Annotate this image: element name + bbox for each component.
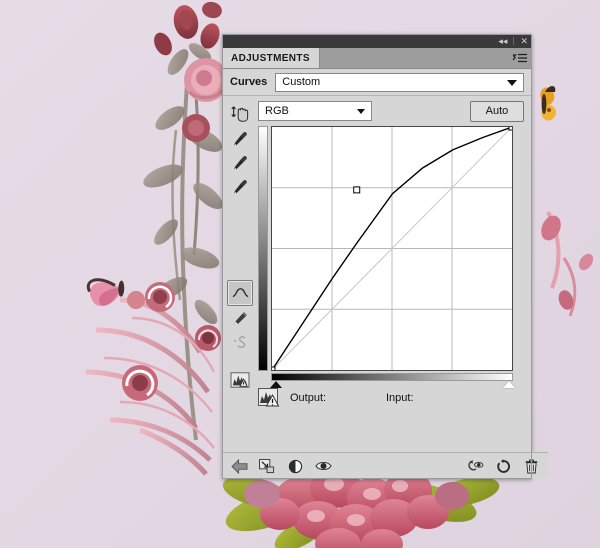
histogram-warning-icon[interactable] xyxy=(258,388,280,408)
hand-with-arrows-icon xyxy=(231,106,249,122)
dark-rose-lower xyxy=(182,114,210,142)
eyedropper-icon xyxy=(234,132,247,146)
adjustments-panel: ◂◂ ✕ ADJUSTMENTS Curves Custom RGB Auto … xyxy=(222,34,548,479)
smooth-curve-tool[interactable] xyxy=(228,330,252,354)
output-label: Output: xyxy=(290,392,327,404)
black-point-eyedropper[interactable] xyxy=(228,126,252,150)
eye-icon xyxy=(314,461,332,471)
on-image-adjust-tool[interactable] xyxy=(228,102,252,126)
toggle-layer-visibility-button[interactable] xyxy=(286,457,304,475)
channel-row: RGB Auto xyxy=(258,96,524,126)
eyedropper-icon xyxy=(234,180,247,194)
black-input-slider[interactable] xyxy=(270,381,282,388)
auto-button[interactable]: Auto xyxy=(470,100,524,122)
curves-graph[interactable] xyxy=(258,123,516,388)
panel-footer xyxy=(222,452,548,479)
titlebar-divider xyxy=(513,37,515,45)
curves-toolbar xyxy=(222,96,258,392)
panel-tabstrip: ADJUSTMENTS xyxy=(222,48,532,69)
return-to-adjustment-list-button[interactable] xyxy=(230,457,248,475)
white-input-slider[interactable] xyxy=(503,381,515,388)
eyedropper-icon xyxy=(234,156,247,170)
chevron-down-icon xyxy=(507,80,517,86)
curve-icon xyxy=(232,288,248,298)
panel-menu-icon[interactable] xyxy=(513,53,527,63)
delete-adjustment-layer-button[interactable] xyxy=(522,457,540,475)
pencil-icon xyxy=(234,311,247,325)
left-arrow-icon xyxy=(230,458,247,474)
curve-point-tool[interactable] xyxy=(227,280,253,306)
curve-control-point-black-point[interactable] xyxy=(268,366,276,374)
preview-eye-button[interactable] xyxy=(314,457,332,475)
tab-adjustments[interactable]: ADJUSTMENTS xyxy=(222,48,320,68)
channel-dropdown[interactable]: RGB xyxy=(258,101,372,121)
white-point-eyedropper[interactable] xyxy=(228,174,252,198)
close-icon[interactable]: ✕ xyxy=(520,36,528,46)
preset-dropdown[interactable]: Custom xyxy=(275,72,524,92)
view-previous-state-button[interactable] xyxy=(466,457,484,475)
trash-icon xyxy=(525,459,537,473)
curve-canvas[interactable] xyxy=(268,123,516,374)
histogram-toggle[interactable] xyxy=(228,368,252,392)
page-title: Curves xyxy=(230,76,268,88)
collapse-icon[interactable]: ◂◂ xyxy=(498,36,507,46)
half-circle-icon xyxy=(288,459,302,473)
reset-circle-icon xyxy=(496,458,510,473)
channel-value: RGB xyxy=(265,105,289,117)
input-label: Input: xyxy=(386,392,414,404)
reset-adjustment-button[interactable] xyxy=(494,457,512,475)
smooth-s-icon xyxy=(233,335,245,348)
readout-row: Output: Input: xyxy=(258,381,524,415)
histogram-icon xyxy=(230,372,250,388)
undo-eye-icon xyxy=(467,459,483,470)
curve-control-point-white-point[interactable] xyxy=(508,123,516,131)
preset-value: Custom xyxy=(282,76,321,88)
tabstrip-filler xyxy=(320,48,532,68)
input-gradient-bar xyxy=(271,373,513,381)
panel-titlebar: ◂◂ ✕ xyxy=(222,34,532,48)
adjustment-header-row: Curves Custom xyxy=(222,69,532,96)
output-gradient-bar xyxy=(258,126,268,371)
curve-plot-area[interactable] xyxy=(268,123,516,374)
clip-to-layer-button[interactable] xyxy=(258,457,276,475)
curve-control-point-midtone-point[interactable] xyxy=(353,186,361,194)
panel-body: RGB Auto Output: Input: xyxy=(222,96,532,407)
auto-button-label: Auto xyxy=(485,105,509,117)
chevron-down-icon xyxy=(357,109,365,114)
gray-point-eyedropper[interactable] xyxy=(228,150,252,174)
curves-main-column: RGB Auto Output: Input: xyxy=(258,96,532,407)
tab-adjustments-label: ADJUSTMENTS xyxy=(231,52,310,64)
clip-arrow-icon xyxy=(258,458,274,473)
pencil-draw-tool[interactable] xyxy=(228,306,252,330)
